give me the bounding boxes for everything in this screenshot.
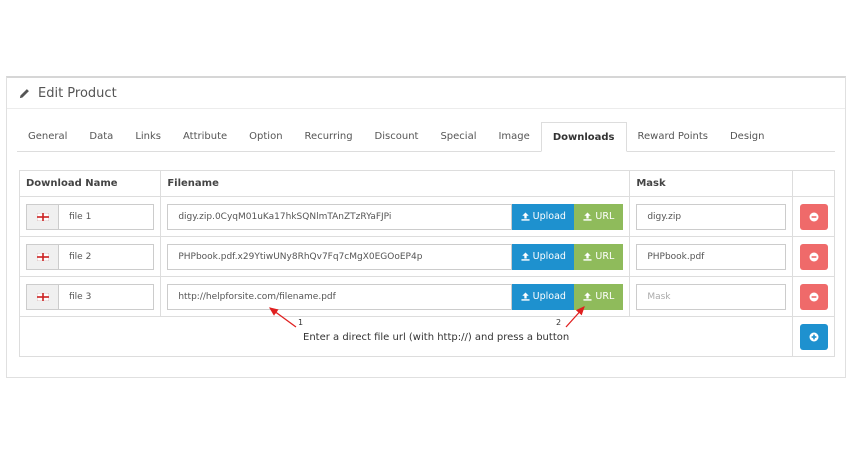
- url-button-label: URL: [595, 211, 615, 222]
- tab-data[interactable]: Data: [78, 123, 124, 151]
- annotation-text: Enter a direct file url (with http://) a…: [303, 332, 570, 343]
- language-flag-icon: [26, 243, 58, 270]
- remove-row-button[interactable]: [799, 243, 828, 270]
- download-name-cell: [18, 196, 162, 237]
- upload-icon: [583, 252, 592, 261]
- pencil-icon: [19, 88, 29, 98]
- tab-links[interactable]: Links: [124, 123, 172, 151]
- url-button[interactable]: URL: [574, 283, 624, 310]
- upload-icon: [521, 292, 530, 301]
- mask-cell: [629, 196, 794, 237]
- download-name-input[interactable]: [58, 243, 154, 270]
- language-flag-icon: [26, 203, 58, 230]
- upload-button[interactable]: Upload: [512, 203, 575, 230]
- tab-reward-points[interactable]: Reward Points: [627, 123, 719, 151]
- column-header-mask: Mask: [629, 170, 794, 197]
- tab-general[interactable]: General: [17, 123, 78, 151]
- mask-input[interactable]: [636, 243, 787, 270]
- minus-circle-icon: [809, 292, 819, 301]
- upload-button[interactable]: Upload: [512, 283, 575, 310]
- action-cell: [792, 276, 835, 317]
- tab-design[interactable]: Design: [719, 123, 776, 151]
- filename-input[interactable]: [167, 203, 513, 230]
- tab-special[interactable]: Special: [429, 123, 487, 151]
- download-name-cell: [18, 236, 162, 277]
- tab-image[interactable]: Image: [487, 123, 540, 151]
- panel-title: Edit Product: [38, 85, 117, 101]
- mask-input[interactable]: [636, 203, 787, 230]
- panel-heading: Edit Product: [7, 78, 845, 109]
- filename-input[interactable]: [167, 283, 513, 310]
- mask-cell: [629, 236, 794, 277]
- column-header-download-name: Download Name: [18, 170, 162, 197]
- upload-icon: [521, 252, 530, 261]
- column-header-actions: [792, 170, 835, 197]
- download-name-input[interactable]: [58, 283, 154, 310]
- upload-button-label: Upload: [532, 211, 566, 222]
- url-button-label: URL: [595, 291, 615, 302]
- tab-downloads[interactable]: Downloads: [540, 122, 627, 152]
- tab-option[interactable]: Option: [238, 123, 293, 151]
- remove-row-button[interactable]: [799, 283, 828, 310]
- upload-icon: [583, 212, 592, 221]
- tab-bar: General Data Links Attribute Option Recu…: [17, 122, 835, 152]
- tab-discount[interactable]: Discount: [364, 123, 430, 151]
- table-row: Upload URL: [18, 236, 835, 277]
- minus-circle-icon: [809, 212, 819, 221]
- upload-button[interactable]: Upload: [512, 243, 575, 270]
- url-button[interactable]: URL: [574, 203, 624, 230]
- column-header-filename: Filename: [160, 170, 631, 197]
- action-cell: [792, 236, 835, 277]
- annotation-marker-1: 1: [298, 318, 304, 327]
- upload-button-label: Upload: [532, 251, 566, 262]
- add-download-button[interactable]: [799, 323, 828, 350]
- plus-circle-icon: [809, 332, 819, 341]
- url-button[interactable]: URL: [574, 243, 624, 270]
- table-header-row: Download Name Filename Mask: [18, 170, 835, 197]
- upload-button-label: Upload: [532, 291, 566, 302]
- action-cell: [792, 196, 835, 237]
- annotation-marker-2: 2: [556, 318, 562, 327]
- url-button-label: URL: [595, 251, 615, 262]
- filename-input[interactable]: [167, 243, 513, 270]
- upload-icon: [521, 212, 530, 221]
- downloads-table: Download Name Filename Mask file 1 digy.…: [18, 170, 835, 357]
- language-flag-icon: [26, 283, 58, 310]
- filename-cell: Upload URL: [160, 196, 631, 237]
- table-row: Upload URL: [18, 276, 835, 317]
- download-name-cell: [18, 276, 162, 317]
- filename-cell: Upload URL: [160, 276, 631, 317]
- minus-circle-icon: [809, 252, 819, 261]
- remove-row-button[interactable]: [799, 203, 828, 230]
- mask-input[interactable]: [636, 283, 787, 310]
- upload-icon: [583, 292, 592, 301]
- mask-cell: [629, 276, 794, 317]
- filename-cell: Upload URL: [160, 236, 631, 277]
- table-row: Upload URL: [18, 196, 835, 237]
- download-name-input[interactable]: [58, 203, 154, 230]
- action-cell: [792, 316, 835, 357]
- tab-attribute[interactable]: Attribute: [172, 123, 238, 151]
- tab-recurring[interactable]: Recurring: [294, 123, 364, 151]
